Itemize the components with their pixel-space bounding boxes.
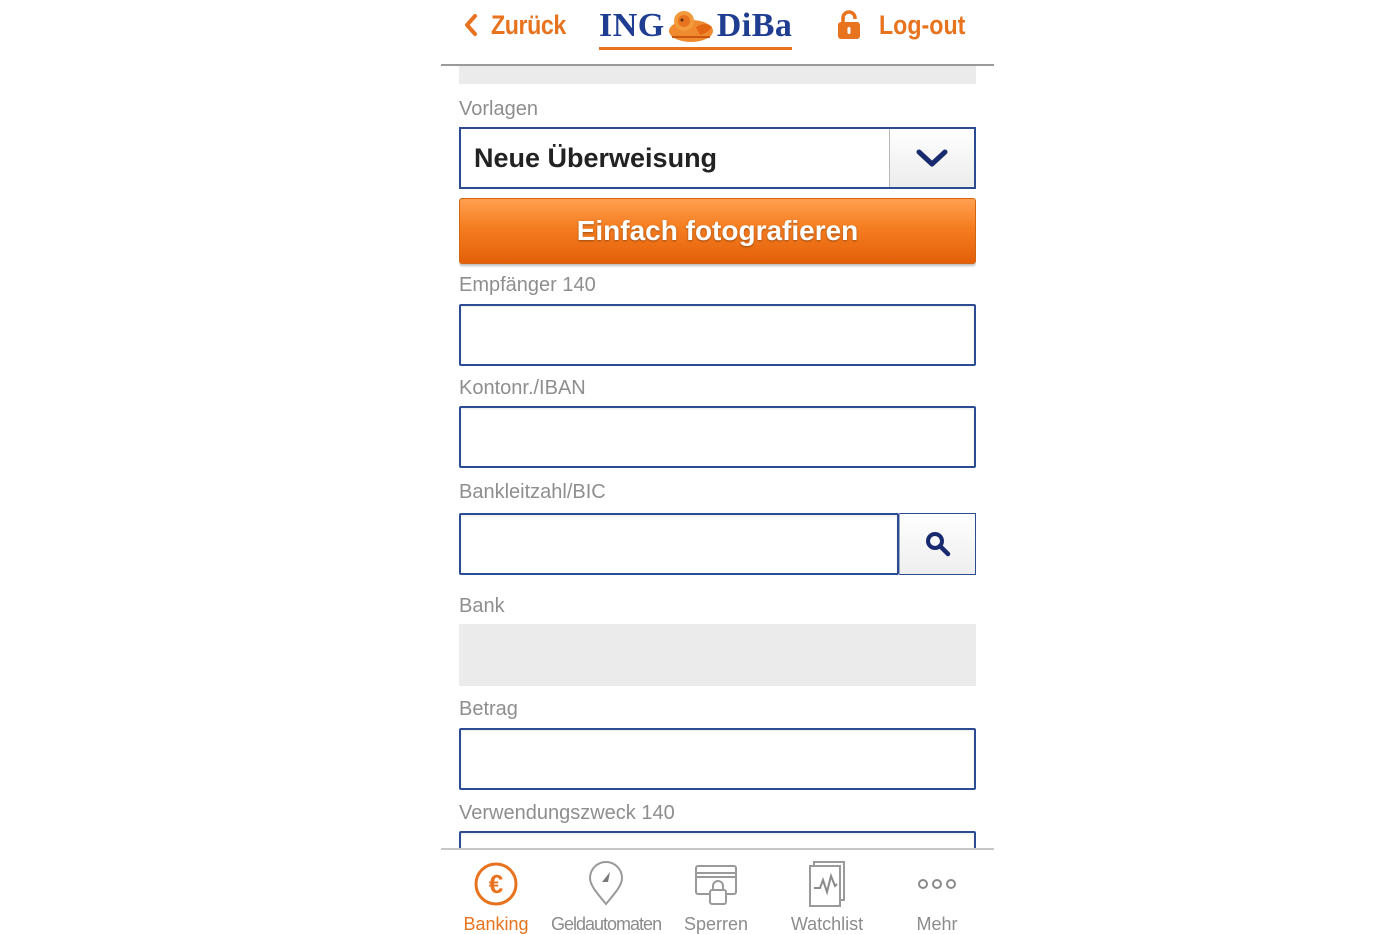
- tab-mehr-label: Mehr: [916, 914, 958, 934]
- templates-select[interactable]: Neue Überweisung: [459, 127, 976, 189]
- account-label: Kontonr./IBAN: [459, 377, 586, 399]
- search-icon: [925, 532, 950, 557]
- bank-label: Bank: [459, 595, 505, 617]
- bic-search-button[interactable]: [899, 513, 976, 575]
- back-button-label: Zurück: [491, 9, 566, 40]
- bic-input[interactable]: [459, 513, 899, 575]
- templates-dropdown-button[interactable]: [889, 129, 974, 187]
- purpose-input[interactable]: [459, 831, 976, 848]
- bic-label: Bankleitzahl/BIC: [459, 481, 606, 503]
- tab-banking-label: Banking: [463, 914, 529, 934]
- tab-geldautomaten[interactable]: Geldautomaten: [551, 860, 662, 934]
- purpose-label: Verwendungszweck 140: [459, 802, 675, 824]
- header-bar: Zurück ING DiBa Log-out: [441, 0, 994, 66]
- photo-transfer-button[interactable]: Einfach fotografieren: [459, 198, 976, 264]
- logo-text-right: DiBa: [716, 6, 793, 44]
- templates-select-value: Neue Überweisung: [474, 143, 718, 173]
- tab-watchlist-label: Watchlist: [790, 914, 864, 934]
- svg-text:€: €: [489, 869, 503, 899]
- euro-icon: €: [474, 862, 518, 906]
- transfer-form: Vorlagen Neue Überweisung Einfach fotogr…: [459, 66, 976, 848]
- bottom-tab-bar: € Banking Geldautomaten Sperren Watchlis…: [441, 848, 994, 934]
- chevron-left-icon: [465, 14, 477, 36]
- ing-diba-logo: ING DiBa: [599, 6, 793, 50]
- back-button[interactable]: Zurück: [463, 8, 578, 42]
- chevron-down-icon: [916, 149, 948, 167]
- tab-sperren[interactable]: Sperren: [661, 860, 771, 934]
- card-lock-icon: [695, 865, 737, 905]
- iban-input[interactable]: [459, 406, 976, 468]
- unlocked-padlock-icon: [838, 10, 860, 39]
- logo-text-left: ING: [599, 6, 665, 44]
- logout-button[interactable]: Log-out: [837, 6, 979, 44]
- amount-input[interactable]: [459, 728, 976, 790]
- bank-readonly-field: [459, 624, 976, 686]
- previous-readonly-field: [459, 66, 976, 84]
- tab-watchlist[interactable]: Watchlist: [772, 860, 882, 934]
- tab-sperren-label: Sperren: [683, 914, 749, 934]
- logout-label: Log-out: [879, 9, 966, 40]
- location-pin-icon: [588, 861, 624, 906]
- more-dots-icon: [918, 879, 956, 889]
- tab-mehr[interactable]: Mehr: [882, 860, 992, 934]
- chart-document-icon: [809, 861, 845, 907]
- app-screen: Zurück ING DiBa Log-out Vorlagen Neue Üb…: [441, 0, 994, 934]
- recipient-label: Empfänger 140: [459, 274, 596, 296]
- tab-banking[interactable]: € Banking: [441, 860, 551, 934]
- tab-geldautomaten-label: Geldautomaten: [551, 914, 662, 934]
- lion-icon: [668, 10, 713, 42]
- templates-label: Vorlagen: [459, 98, 538, 120]
- amount-label: Betrag: [459, 698, 518, 720]
- recipient-input[interactable]: [459, 304, 976, 366]
